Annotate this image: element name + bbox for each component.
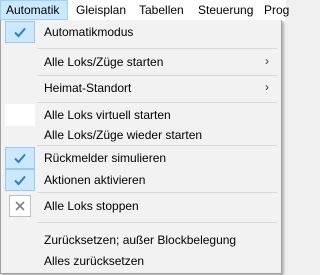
checked-indicator — [5, 169, 35, 191]
separator — [37, 75, 277, 76]
menu-item-zuruecksetzen-ausser-blockbelegung[interactable]: Zurücksetzen; außer Blockbelegung — [3, 229, 279, 251]
automatik-dropdown-menu: Automatikmodus Alle Loks/Züge starten › … — [0, 20, 282, 274]
menu-item-label: Heimat-Standort — [44, 81, 132, 95]
menu-item-alles-zuruecksetzen[interactable]: Alles zurücksetzen — [3, 250, 279, 272]
menu-item-heimat-standort[interactable]: Heimat-Standort › — [3, 77, 279, 99]
menu-item-label: Alles zurücksetzen — [44, 254, 145, 268]
menu-item-label: Alle Loks/Züge starten — [44, 55, 164, 69]
menu-item-rueckmelder-simulieren[interactable]: Rückmelder simulieren — [3, 147, 279, 169]
menu-item-label: Alle Loks virtuell starten — [44, 108, 171, 122]
checked-indicator — [5, 21, 35, 43]
empty-icon-slot — [5, 104, 35, 126]
checked-indicator — [5, 147, 35, 169]
close-icon-frame — [9, 195, 31, 217]
separator — [37, 102, 277, 103]
menu-item-aktionen-aktivieren[interactable]: Aktionen aktivieren — [3, 169, 279, 191]
menu-gleisplan[interactable]: Gleisplan — [70, 0, 132, 20]
menu-item-alle-loks-zuege-wieder-starten[interactable]: Alle Loks/Züge wieder starten — [3, 124, 279, 146]
menu-prog[interactable]: Prog — [258, 0, 295, 20]
separator — [37, 222, 277, 223]
menu-item-label: Automatikmodus — [44, 25, 134, 39]
menu-steuerung[interactable]: Steuerung — [192, 0, 259, 20]
menu-item-label: Alle Loks/Züge wieder starten — [44, 128, 203, 142]
menu-bar: Automatik Gleisplan Tabellen Steuerung P… — [0, 0, 289, 21]
menu-item-automatikmodus[interactable]: Automatikmodus — [3, 21, 279, 43]
menu-item-alle-loks-stoppen[interactable]: Alle Loks stoppen — [3, 195, 279, 217]
checkmark-icon — [14, 27, 26, 38]
menu-item-alle-loks-virtuell-starten[interactable]: Alle Loks virtuell starten — [3, 104, 279, 126]
menu-item-label: Zurücksetzen; außer Blockbelegung — [44, 233, 237, 247]
separator — [37, 48, 277, 49]
separator — [37, 192, 277, 193]
checkmark-icon — [14, 175, 26, 186]
separator — [37, 145, 277, 146]
close-icon — [15, 201, 25, 211]
menu-item-label: Rückmelder simulieren — [44, 151, 167, 165]
menu-automatik[interactable]: Automatik — [0, 0, 68, 20]
submenu-arrow-icon: › — [265, 54, 269, 68]
menu-tabellen[interactable]: Tabellen — [133, 0, 190, 20]
menu-item-label: Alle Loks stoppen — [44, 199, 139, 213]
menu-item-label: Aktionen aktivieren — [44, 173, 146, 187]
menu-item-alle-loks-zuege-starten[interactable]: Alle Loks/Züge starten › — [3, 51, 279, 73]
checkmark-icon — [14, 153, 26, 164]
submenu-arrow-icon: › — [265, 80, 269, 94]
